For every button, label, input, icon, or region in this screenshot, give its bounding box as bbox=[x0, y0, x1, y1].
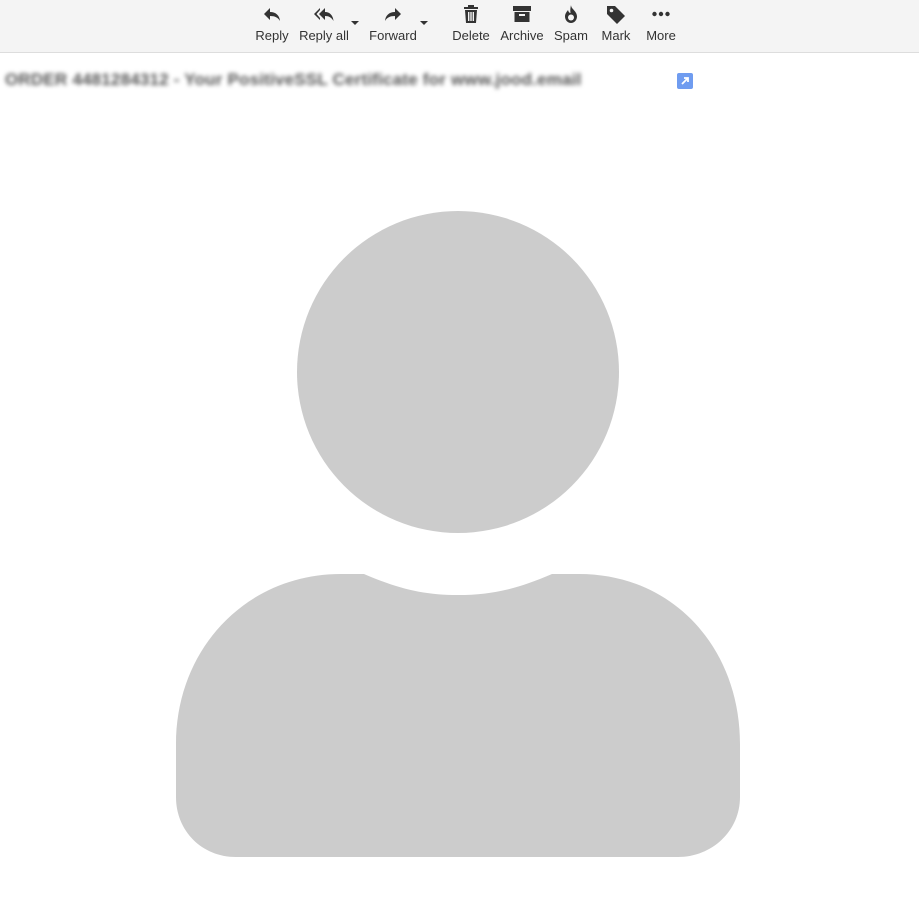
tag-icon bbox=[607, 6, 625, 24]
forward-dropdown-icon[interactable] bbox=[419, 19, 429, 27]
message-toolbar: Reply Reply all Forward Delete Archive S… bbox=[0, 0, 919, 53]
reply-label: Reply bbox=[255, 28, 289, 43]
message-header: ORDER 4481284312 - Your PositiveSSL Cert… bbox=[0, 66, 919, 94]
trash-icon bbox=[464, 5, 478, 23]
spam-label: Spam bbox=[554, 28, 588, 43]
delete-button[interactable]: Delete bbox=[450, 0, 492, 52]
open-in-new-window-icon[interactable] bbox=[677, 73, 693, 89]
archive-label: Archive bbox=[500, 28, 544, 43]
message-subject: ORDER 4481284312 - Your PositiveSSL Cert… bbox=[5, 70, 582, 89]
reply-all-dropdown-icon[interactable] bbox=[350, 19, 360, 27]
forward-button[interactable]: Forward bbox=[367, 0, 419, 52]
more-button[interactable]: More bbox=[642, 0, 680, 52]
reply-all-label: Reply all bbox=[299, 28, 349, 43]
more-label: More bbox=[646, 28, 676, 43]
default-user-avatar-icon bbox=[176, 211, 740, 857]
more-icon bbox=[652, 11, 670, 17]
reply-button[interactable]: Reply bbox=[253, 0, 291, 52]
mark-label: Mark bbox=[601, 28, 631, 43]
reply-all-button[interactable]: Reply all bbox=[299, 0, 349, 52]
spam-icon bbox=[565, 5, 577, 23]
archive-icon bbox=[513, 6, 531, 22]
delete-label: Delete bbox=[452, 28, 490, 43]
reply-icon bbox=[264, 8, 280, 21]
forward-icon bbox=[385, 8, 401, 21]
archive-button[interactable]: Archive bbox=[499, 0, 545, 52]
reply-all-icon bbox=[314, 8, 334, 21]
mark-button[interactable]: Mark bbox=[598, 0, 634, 52]
forward-label: Forward bbox=[369, 28, 417, 43]
spam-button[interactable]: Spam bbox=[553, 0, 589, 52]
